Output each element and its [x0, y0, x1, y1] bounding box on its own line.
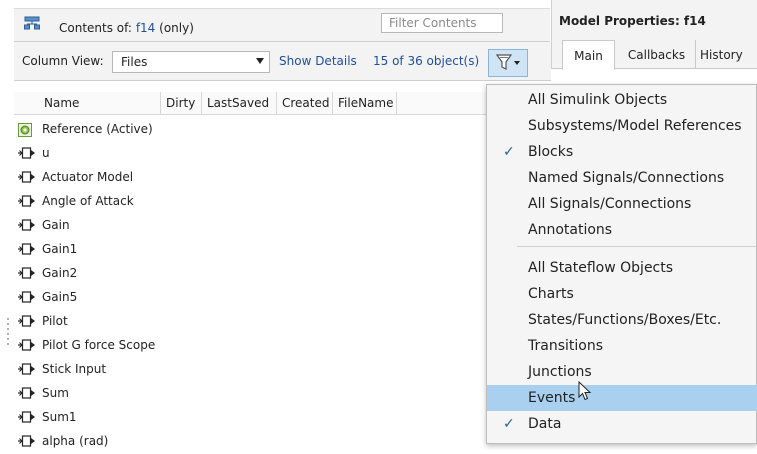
row-name: Angle of Attack — [42, 194, 134, 208]
menu-item-all-signals-connections[interactable]: All Signals/Connections — [487, 191, 757, 217]
hierarchy-icon[interactable] — [24, 16, 40, 30]
row-name: Sum1 — [42, 410, 77, 424]
model-properties-title: Model Properties: f14 — [559, 14, 706, 28]
menu-item-label: States/Functions/Boxes/Etc. — [528, 312, 722, 328]
menu-item-all-stateflow-objects[interactable]: All Stateflow Objects — [487, 255, 757, 281]
row-name: Actuator Model — [42, 170, 134, 184]
mouse-cursor-icon — [578, 380, 592, 404]
block-icon — [18, 411, 36, 426]
row-name: Pilot — [42, 314, 68, 328]
column-view-value: Files — [121, 55, 148, 69]
table-row[interactable]: Stick Input — [14, 358, 551, 382]
block-icon — [18, 147, 36, 162]
menu-item-label: All Signals/Connections — [528, 196, 692, 212]
menu-item-label: Subsystems/Model References — [528, 118, 742, 134]
menu-item-states-functions-boxes[interactable]: States/Functions/Boxes/Etc. — [487, 307, 757, 333]
menu-item-charts[interactable]: Charts — [487, 281, 757, 307]
checkmark-icon: ✓ — [503, 416, 515, 432]
menu-item-label: Blocks — [528, 144, 574, 160]
row-name: alpha (rad) — [42, 434, 109, 448]
filter-contents-input[interactable] — [381, 13, 503, 33]
row-name: Sum — [42, 386, 69, 400]
tab-callbacks[interactable]: Callbacks — [618, 40, 696, 68]
row-name: Reference (Active) — [42, 122, 153, 136]
block-icon — [18, 339, 36, 354]
column-header-name[interactable]: Name — [39, 92, 161, 114]
table-row[interactable]: Pilot — [14, 310, 551, 334]
menu-item-all-simulink-objects[interactable]: All Simulink Objects — [487, 87, 757, 113]
menu-item-events[interactable]: Events — [487, 385, 757, 411]
block-icon — [18, 171, 36, 186]
menu-separator — [517, 246, 757, 247]
block-icon — [18, 291, 36, 306]
object-count-link[interactable]: 15 of 36 object(s) — [373, 54, 479, 68]
menu-item-label: Charts — [528, 286, 574, 302]
row-name: Gain5 — [42, 290, 78, 304]
menu-item-label: Events — [528, 390, 576, 406]
contents-of-label: Contents of: f14 (only) — [59, 21, 194, 35]
only-text: (only) — [159, 21, 194, 35]
menu-item-label: Junctions — [528, 364, 592, 380]
block-icon — [18, 195, 36, 210]
tab-main[interactable]: Main — [562, 40, 615, 70]
table-row[interactable]: Angle of Attack — [14, 190, 551, 214]
row-name: Gain1 — [42, 242, 78, 256]
row-name: Stick Input — [42, 362, 107, 376]
table-header: Name Dirty LastSaved Created FileName — [14, 92, 551, 115]
table-row[interactable]: Gain — [14, 214, 551, 238]
funnel-icon — [496, 54, 520, 70]
menu-item-named-signals-connections[interactable]: Named Signals/Connections — [487, 165, 757, 191]
table-row[interactable]: Actuator Model — [14, 166, 551, 190]
menu-item-transitions[interactable]: Transitions — [487, 333, 757, 359]
column-header-lastsaved[interactable]: LastSaved — [202, 92, 277, 114]
block-icon — [18, 315, 36, 330]
table-row[interactable]: Sum — [14, 382, 551, 406]
checkmark-icon: ✓ — [503, 144, 515, 160]
row-name: u — [42, 146, 50, 160]
block-icon — [18, 219, 36, 234]
table-row[interactable]: Reference (Active) — [14, 118, 551, 142]
tab-history[interactable]: History — [700, 40, 757, 68]
menu-item-annotations[interactable]: Annotations — [487, 217, 757, 243]
contents-of-text: Contents of: — [59, 21, 132, 35]
model-link[interactable]: f14 — [136, 21, 156, 35]
block-icon — [18, 387, 36, 402]
menu-item-subsystems-model-references[interactable]: Subsystems/Model References — [487, 113, 757, 139]
column-header-created[interactable]: Created — [277, 92, 333, 114]
menu-item-label: Annotations — [528, 222, 613, 238]
menu-item-label: Named Signals/Connections — [528, 170, 725, 186]
table-row[interactable]: Gain1 — [14, 238, 551, 262]
filter-button[interactable] — [488, 49, 528, 77]
menu-item-label: All Simulink Objects — [528, 92, 668, 108]
table-row[interactable]: alpha (rad) — [14, 430, 551, 454]
menu-item-label: Data — [528, 416, 562, 432]
row-name: Gain2 — [42, 266, 78, 280]
row-name: Gain — [42, 218, 70, 232]
table-row[interactable]: Gain5 — [14, 286, 551, 310]
table-row[interactable]: Sum1 — [14, 406, 551, 430]
block-icon — [18, 435, 36, 450]
menu-item-label: All Stateflow Objects — [528, 260, 674, 276]
contents-list: Reference (Active) u Actuator Model Angl… — [14, 118, 551, 448]
block-icon — [18, 267, 36, 282]
filter-menu: All Simulink Objects Subsystems/Model Re… — [486, 84, 757, 444]
show-details-link[interactable]: Show Details — [279, 54, 357, 68]
block-icon — [18, 243, 36, 258]
table-row[interactable]: Gain2 — [14, 262, 551, 286]
chevron-down-icon — [256, 58, 264, 64]
block-icon — [18, 363, 36, 378]
table-row[interactable]: Pilot G force Scope — [14, 334, 551, 358]
table-row[interactable]: u — [14, 142, 551, 166]
menu-item-junctions[interactable]: Junctions — [487, 359, 757, 385]
model-reference-icon — [18, 123, 32, 140]
menu-item-data[interactable]: ✓ Data — [487, 411, 757, 437]
column-header-filename[interactable]: FileName — [333, 92, 397, 114]
menu-item-label: Transitions — [528, 338, 603, 354]
column-view-label: Column View: — [22, 54, 104, 68]
menu-item-blocks[interactable]: ✓ Blocks — [487, 139, 757, 165]
row-name: Pilot G force Scope — [42, 338, 156, 352]
splitter-handle[interactable] — [5, 316, 11, 346]
column-header-dirty[interactable]: Dirty — [161, 92, 202, 114]
